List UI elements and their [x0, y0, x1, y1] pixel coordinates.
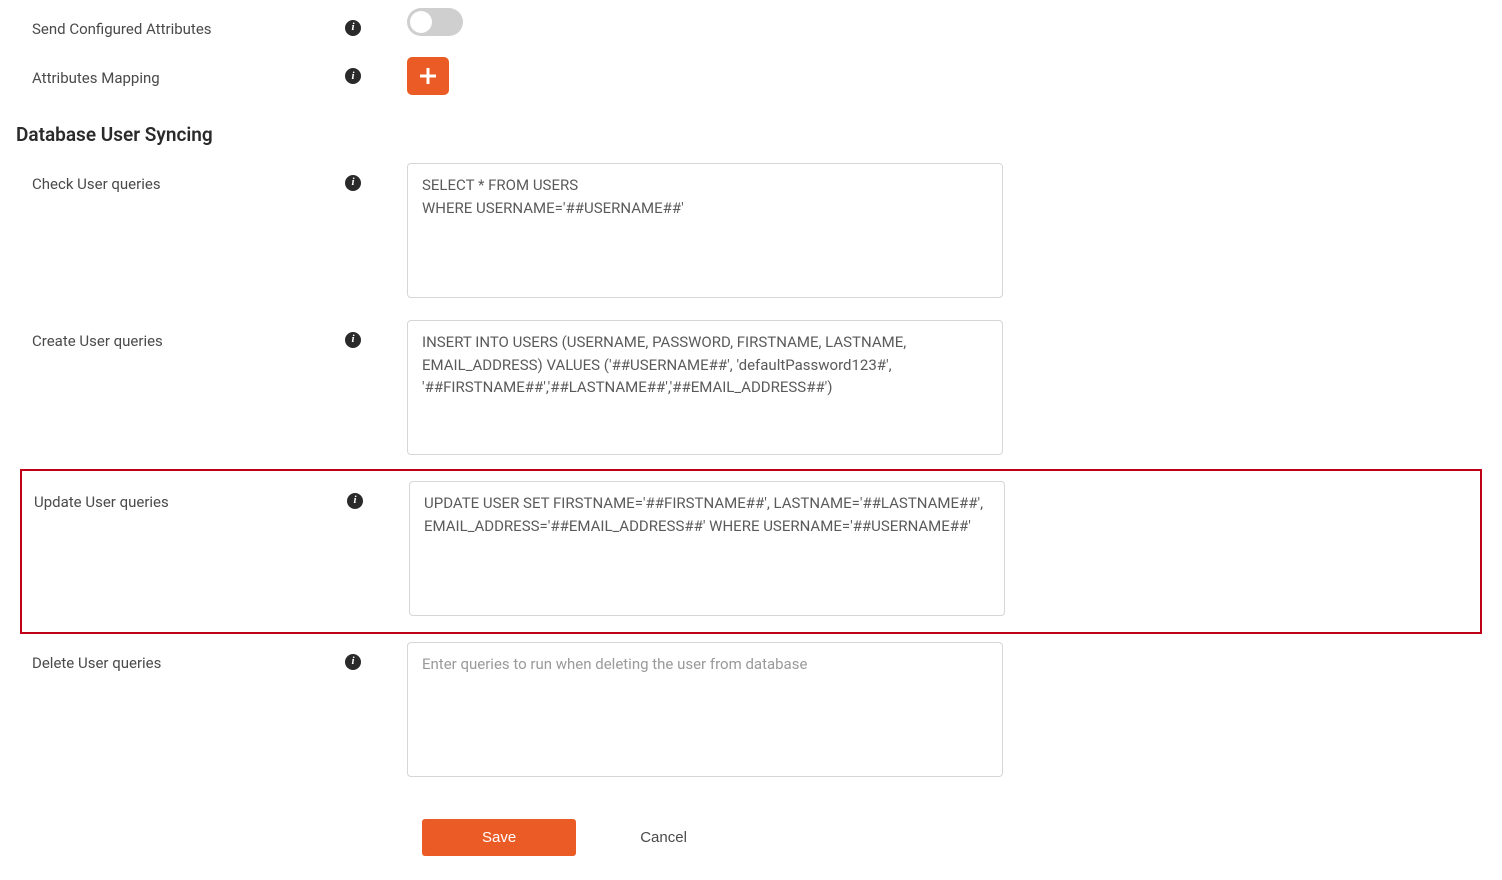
toggle-knob [410, 11, 432, 33]
row-update-user-queries: Update User queries i [22, 481, 1480, 622]
label-attributes-mapping: Attributes Mapping [0, 57, 345, 90]
row-send-configured-attributes: Send Configured Attributes i [0, 0, 1502, 49]
delete-user-queries-textarea[interactable] [407, 642, 1003, 777]
row-create-user-queries: Create User queries i [0, 312, 1502, 469]
row-delete-user-queries: Delete User queries i [0, 634, 1502, 791]
info-icon[interactable]: i [347, 493, 363, 509]
info-icon[interactable]: i [345, 175, 361, 191]
row-attributes-mapping: Attributes Mapping i [0, 49, 1502, 103]
highlight-update-user: Update User queries i [20, 469, 1482, 634]
label-delete-user-queries: Delete User queries [0, 642, 345, 675]
section-database-user-syncing: Database User Syncing [0, 103, 1502, 156]
add-attribute-mapping-button[interactable] [407, 57, 449, 95]
info-icon[interactable]: i [345, 20, 361, 36]
info-icon[interactable]: i [345, 654, 361, 670]
label-update-user-queries: Update User queries [22, 481, 347, 514]
info-icon[interactable]: i [345, 68, 361, 84]
update-user-queries-textarea[interactable] [409, 481, 1005, 616]
plus-icon [419, 67, 437, 85]
create-user-queries-textarea[interactable] [407, 320, 1003, 455]
toggle-send-configured-attributes[interactable] [407, 8, 463, 36]
label-create-user-queries: Create User queries [0, 320, 345, 353]
label-check-user-queries: Check User queries [0, 163, 345, 196]
check-user-queries-textarea[interactable] [407, 163, 1003, 298]
info-icon[interactable]: i [345, 332, 361, 348]
label-send-configured-attributes: Send Configured Attributes [0, 8, 345, 41]
form-actions: Save Cancel [0, 791, 1502, 880]
row-check-user-queries: Check User queries i [0, 155, 1502, 312]
